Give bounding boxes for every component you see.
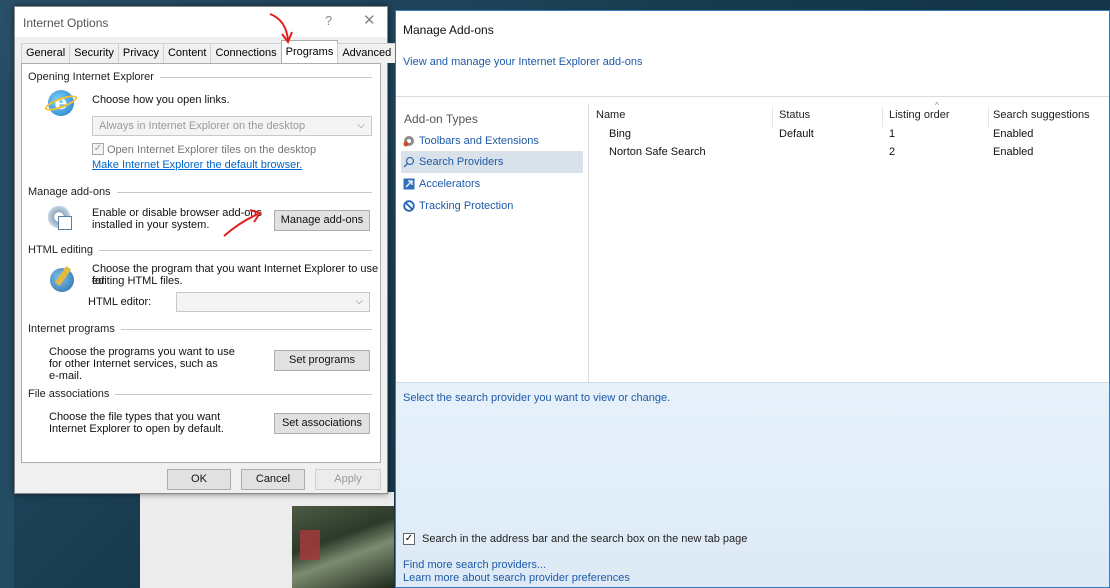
column-header-status[interactable]: Status — [779, 109, 810, 121]
list-header: Name Status Listing order Search suggest… — [589, 107, 1109, 127]
row-name: Norton Safe Search — [609, 146, 706, 158]
group-label-file-associations: File associations — [28, 388, 116, 400]
column-separator — [988, 107, 989, 127]
title-bar: Internet Options ? ✕ — [15, 7, 387, 37]
addons-gear-icon — [46, 204, 72, 230]
open-links-combo-value: Always in Internet Explorer on the deskt… — [99, 120, 306, 132]
column-header-name[interactable]: Name — [596, 109, 625, 121]
html-editing-text-2: editing HTML files. — [92, 275, 183, 287]
find-more-providers-link[interactable]: Find more search providers... — [403, 559, 546, 571]
column-header-listing-order[interactable]: Listing order — [889, 109, 950, 121]
group-label-internet-programs: Internet programs — [28, 323, 121, 335]
sidebar-item-label: Accelerators — [419, 178, 481, 190]
chevron-down-icon: ⌵ — [355, 296, 363, 307]
learn-more-link[interactable]: Learn more about search provider prefere… — [403, 572, 630, 584]
blocked-icon — [403, 200, 415, 212]
tab-strip: General Security Privacy Content Connect… — [21, 40, 397, 63]
sidebar-item-label: Tracking Protection — [419, 200, 514, 212]
dialog-title: Internet Options — [23, 16, 109, 30]
row-status: Default — [779, 128, 814, 140]
table-row[interactable]: Bing Default 1 Enabled — [589, 128, 1109, 146]
window-subtitle: View and manage your Internet Explorer a… — [403, 56, 643, 68]
manage-addons-text-2: installed in your system. — [92, 219, 210, 231]
internet-programs-text-2: for other Internet services, such as — [49, 358, 218, 370]
file-associations-text-2: Internet Explorer to open by default. — [49, 423, 224, 435]
row-suggestions: Enabled — [993, 146, 1034, 158]
tab-connections[interactable]: Connections — [210, 43, 282, 63]
group-label-html-editing: HTML editing — [28, 244, 100, 256]
close-button[interactable]: ✕ — [363, 11, 376, 29]
sidebar-item-label: Toolbars and Extensions — [419, 135, 539, 147]
row-name: Bing — [609, 128, 632, 140]
column-separator — [882, 107, 883, 127]
addon-types-heading: Add-on Types — [404, 112, 478, 126]
apply-button[interactable]: Apply — [315, 469, 381, 490]
tab-security[interactable]: Security — [69, 43, 119, 63]
internet-explorer-icon: e — [43, 90, 79, 116]
row-order: 1 — [889, 128, 896, 140]
details-pane: Select the search provider you want to v… — [396, 382, 1109, 587]
details-prompt: Select the search provider you want to v… — [403, 392, 671, 404]
tab-advanced[interactable]: Advanced — [337, 43, 397, 63]
internet-options-dialog: Internet Options ? ✕ General Security Pr… — [14, 6, 397, 494]
html-editor-combo[interactable]: ⌵ — [176, 292, 370, 312]
group-label-opening-ie: Opening Internet Explorer — [28, 71, 160, 83]
open-tiles-checkbox[interactable]: ✓ — [92, 143, 104, 155]
set-programs-button[interactable]: Set programs — [274, 350, 370, 371]
open-tiles-label: Open Internet Explorer tiles on the desk… — [107, 144, 317, 156]
row-suggestions: Enabled — [993, 128, 1034, 140]
programs-panel: Opening Internet Explorer e Choose how y… — [21, 63, 381, 463]
accelerator-icon — [403, 178, 415, 190]
group-label-manage-addons: Manage add-ons — [28, 186, 117, 198]
tab-privacy[interactable]: Privacy — [117, 43, 164, 63]
row-order: 2 — [889, 146, 896, 158]
sidebar-item-toolbars-extensions[interactable]: Toolbars and Extensions — [401, 130, 583, 152]
sidebar-item-accelerators[interactable]: Accelerators — [401, 173, 583, 195]
address-bar-search-label: Search in the address bar and the search… — [422, 533, 748, 545]
file-associations-text-1: Choose the file types that you want — [49, 411, 221, 423]
manage-addons-button[interactable]: Manage add-ons — [274, 210, 370, 231]
html-editor-label: HTML editor: — [88, 296, 152, 308]
tab-general[interactable]: General — [21, 43, 71, 63]
sidebar-item-search-providers[interactable]: Search Providers — [401, 151, 583, 173]
gear-icon — [403, 136, 414, 147]
column-header-search-suggestions[interactable]: Search suggestions — [993, 109, 1090, 121]
chevron-down-icon: ⌵ — [357, 120, 365, 131]
table-row[interactable]: Norton Safe Search 2 Enabled — [589, 146, 1109, 164]
column-separator — [772, 107, 773, 127]
sidebar-item-tracking-protection[interactable]: Tracking Protection — [401, 195, 583, 217]
search-icon — [403, 156, 415, 168]
set-associations-button[interactable]: Set associations — [274, 413, 370, 434]
annotation-arrow-manage-addons — [223, 209, 262, 237]
choose-open-links-text: Choose how you open links. — [92, 94, 230, 106]
sidebar-item-label: Search Providers — [419, 156, 504, 168]
header-divider — [396, 96, 1109, 97]
window-title: Manage Add-ons — [403, 23, 494, 37]
cancel-button[interactable]: Cancel — [241, 469, 305, 490]
tab-content[interactable]: Content — [162, 43, 212, 63]
address-bar-search-checkbox[interactable]: ✓ — [403, 533, 415, 545]
help-button[interactable]: ? — [325, 13, 332, 28]
html-editor-icon — [50, 266, 74, 292]
internet-programs-text-3: e-mail. — [49, 370, 83, 382]
background-window-edge — [0, 80, 14, 588]
background-photo-sign — [300, 530, 320, 560]
open-links-combo[interactable]: Always in Internet Explorer on the deskt… — [92, 116, 372, 136]
manage-addons-window: Manage Add-ons View and manage your Inte… — [395, 10, 1110, 588]
internet-programs-text-1: Choose the programs you want to use — [49, 346, 235, 358]
annotation-arrow-programs — [269, 13, 293, 45]
make-default-browser-link[interactable]: Make Internet Explorer the default brows… — [92, 159, 302, 171]
ok-button[interactable]: OK — [167, 469, 231, 490]
